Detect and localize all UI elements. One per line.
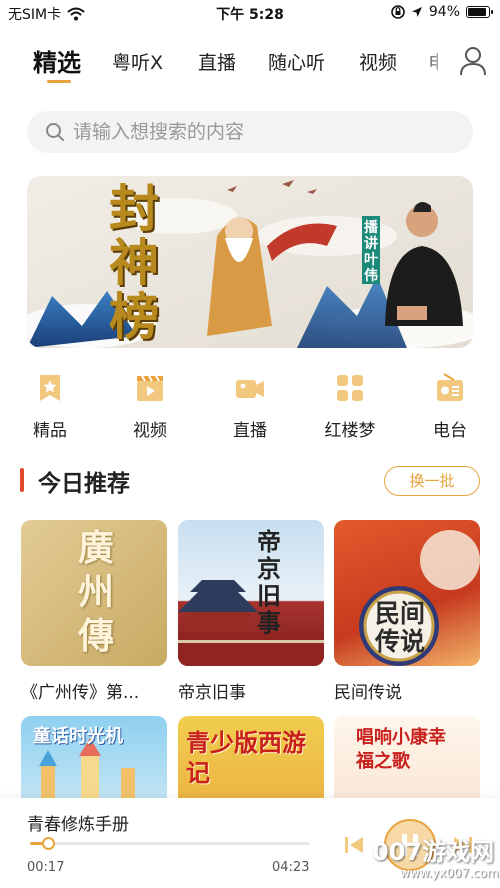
progress-handle[interactable]	[42, 837, 56, 850]
category-label: 直播	[233, 421, 267, 441]
card-title: 《广州传》第...	[21, 683, 140, 703]
category-label: 精品	[33, 421, 67, 441]
card-title: 民间传说	[334, 683, 402, 703]
previous-track-icon[interactable]	[343, 834, 365, 856]
search-icon	[46, 123, 64, 141]
active-tab-indicator	[47, 80, 71, 83]
top-tabs: 精选 粤听X 直播 随心听 视频 电	[0, 38, 500, 88]
card-cover: 帝京旧事	[178, 520, 324, 666]
recommendation-card[interactable]: 帝京旧事 帝京旧事	[178, 520, 324, 703]
cover-text: 唱响小康幸福之歌	[356, 727, 446, 772]
battery-percent: 94%	[428, 4, 460, 20]
tab-video[interactable]: 视频	[359, 48, 397, 75]
battery-icon	[466, 6, 493, 18]
tabs-fade	[420, 38, 450, 88]
cover-text: 民间传说	[374, 599, 425, 656]
total-time: 04:23	[272, 860, 310, 875]
card-title: 帝京旧事	[178, 683, 246, 703]
tab-yueting[interactable]: 粤听X	[112, 48, 163, 75]
cover-text: 青少版西游记	[186, 728, 306, 787]
banner-carousel[interactable]: 封神榜 播讲叶伟	[27, 176, 473, 348]
location-arrow-icon	[411, 7, 422, 17]
recommendation-card[interactable]: 民间传说 民间传说	[334, 520, 480, 703]
cover-text: 廣州傳	[77, 527, 114, 657]
search-input[interactable]	[73, 121, 453, 143]
search-bar[interactable]	[27, 111, 473, 153]
recommendation-card[interactable]: 廣州傳 《广州传》第...	[21, 520, 167, 703]
category-label: 电台	[433, 421, 467, 441]
current-time: 00:17	[27, 860, 65, 875]
bookmark-star-icon	[40, 375, 60, 401]
refresh-batch-button[interactable]: 换一批	[384, 466, 480, 496]
video-clapper-icon	[137, 375, 163, 401]
section-accent-bar	[20, 468, 24, 492]
banner-artwork	[27, 176, 473, 348]
play-pause-icon[interactable]	[382, 817, 438, 873]
orientation-lock-icon	[391, 5, 405, 19]
camera-icon	[236, 380, 264, 398]
cover-text: 童话时光机	[33, 726, 123, 747]
tab-featured[interactable]: 精选	[33, 43, 81, 78]
user-profile-icon[interactable]	[458, 45, 488, 77]
tab-live[interactable]: 直播	[198, 48, 236, 75]
forbidden-city-art	[178, 580, 324, 666]
battery-fill	[468, 8, 486, 16]
grid-icon	[337, 375, 363, 401]
now-playing-title: 青春修炼手册	[27, 815, 129, 835]
card-cover: 廣州傳	[21, 520, 167, 666]
status-bar: 无SIM卡 下午 5:28 94%	[0, 0, 500, 26]
next-track-icon[interactable]	[452, 834, 474, 856]
category-premium[interactable]: 精品	[10, 372, 90, 441]
radio-icon	[437, 373, 463, 401]
section-title: 今日推荐	[38, 471, 130, 497]
banner-title: 封神榜	[109, 179, 159, 346]
banner-host-tag: 播讲叶伟	[362, 216, 380, 284]
tab-casual-listen[interactable]: 随心听	[268, 48, 325, 75]
card-cover: 民间传说	[334, 520, 480, 666]
progress-bar[interactable]	[30, 837, 310, 850]
category-live[interactable]: 直播	[210, 372, 290, 441]
category-video[interactable]: 视频	[110, 372, 190, 441]
category-radio[interactable]: 电台	[410, 372, 490, 441]
status-right: 94%	[391, 4, 493, 20]
cover-text: 帝京旧事	[257, 527, 281, 637]
category-dream-red-chamber[interactable]: 红楼梦	[310, 372, 390, 441]
category-label: 红楼梦	[324, 421, 376, 441]
mini-player[interactable]: 青春修炼手册 00:17 04:23	[0, 798, 500, 888]
category-label: 视频	[133, 421, 167, 441]
